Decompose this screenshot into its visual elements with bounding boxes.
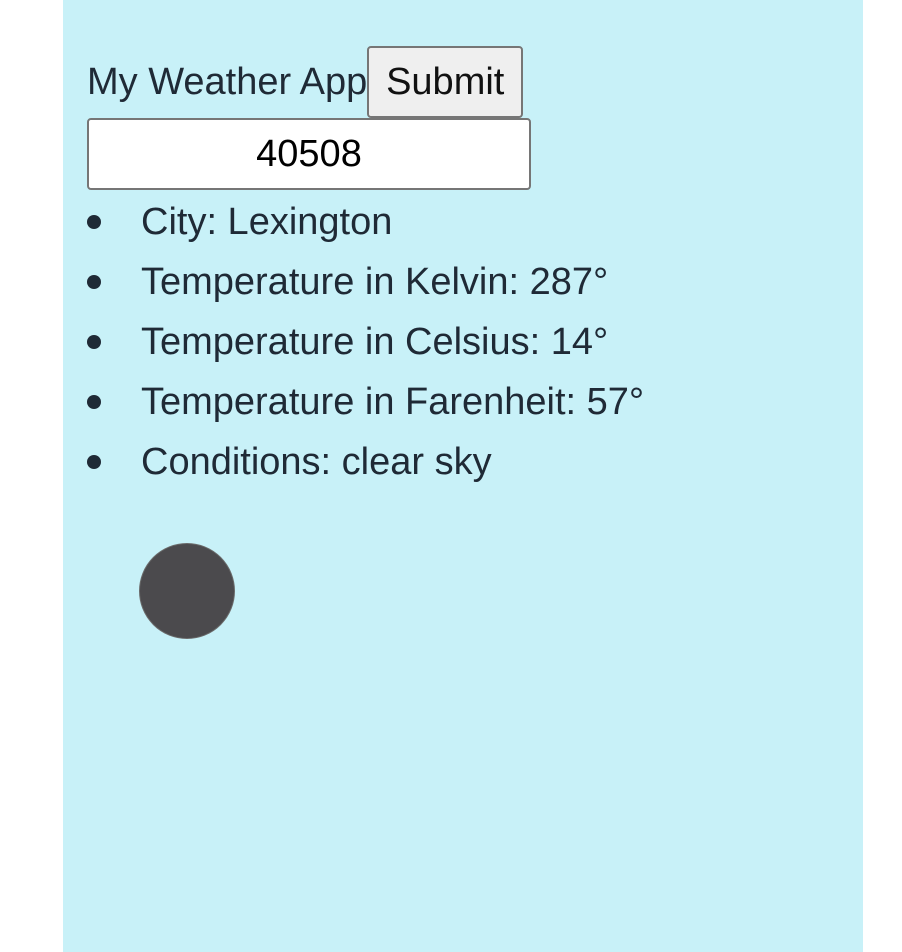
conditions-item: Conditions: clear sky bbox=[87, 432, 644, 492]
weather-app-panel: My Weather App Submit City: Lexington Te… bbox=[63, 0, 863, 952]
bullet-icon bbox=[87, 395, 101, 409]
temperature-celsius-text: Temperature in Celsius: 14° bbox=[141, 321, 609, 363]
temperature-kelvin-item: Temperature in Kelvin: 287° bbox=[87, 252, 644, 312]
conditions-text: Conditions: clear sky bbox=[141, 441, 492, 483]
temperature-kelvin-text: Temperature in Kelvin: 287° bbox=[141, 261, 609, 303]
bullet-icon bbox=[87, 335, 101, 349]
zip-code-input[interactable] bbox=[87, 118, 531, 190]
city-item: City: Lexington bbox=[87, 192, 644, 252]
temperature-fahrenheit-text: Temperature in Farenheit: 57° bbox=[141, 381, 645, 423]
bullet-icon bbox=[87, 215, 101, 229]
temperature-fahrenheit-item: Temperature in Farenheit: 57° bbox=[87, 372, 644, 432]
city-text: City: Lexington bbox=[141, 201, 393, 243]
app-title: My Weather App bbox=[87, 61, 368, 103]
bullet-icon bbox=[87, 455, 101, 469]
temperature-celsius-item: Temperature in Celsius: 14° bbox=[87, 312, 644, 372]
header-row: My Weather App Submit bbox=[87, 46, 524, 118]
weather-details-list: City: Lexington Temperature in Kelvin: 2… bbox=[87, 192, 644, 492]
bullet-icon bbox=[87, 275, 101, 289]
weather-condition-icon bbox=[139, 543, 235, 639]
submit-button[interactable]: Submit bbox=[367, 46, 524, 118]
